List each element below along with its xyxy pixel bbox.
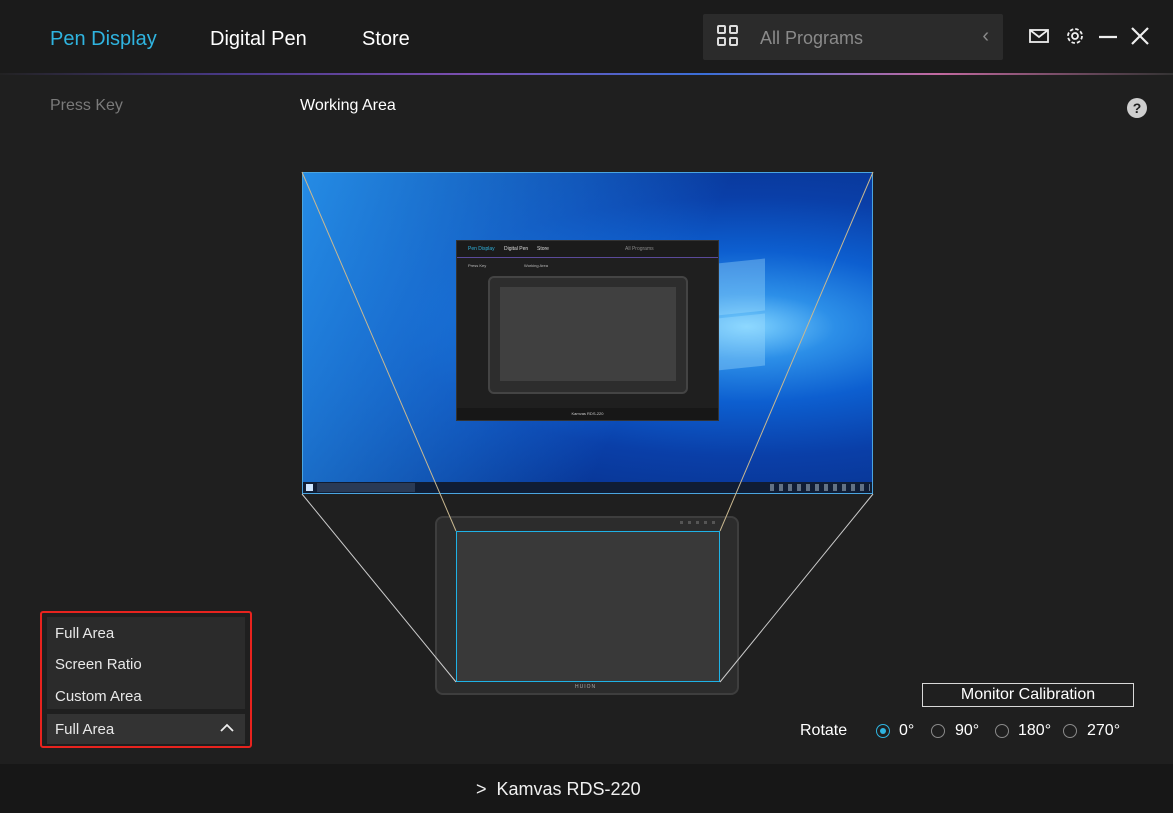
taskbar [303,482,872,493]
minimize-icon[interactable] [1096,24,1120,48]
device-selector[interactable]: > Kamvas RDS-220 [476,779,641,800]
rotate-0-radio[interactable] [876,724,890,738]
rotate-90-label: 90° [955,722,980,739]
chevron-right-icon: > [476,779,487,799]
mini-app-screenshot: Pen Display Digital Pen Store All Progra… [456,240,719,421]
chevron-up-icon [220,723,234,732]
tab-digital-pen[interactable]: Digital Pen [210,27,307,51]
rotate-270-radio[interactable] [1063,724,1077,738]
monitor-calibration-button[interactable]: Monitor Calibration [922,683,1134,707]
rotate-0-label: 0° [899,722,915,739]
tab-pen-display[interactable]: Pen Display [50,27,157,51]
rotate-180-radio[interactable] [995,724,1009,738]
header-divider [0,73,1173,75]
tab-press-key[interactable]: Press Key [50,97,123,115]
device-name: Kamvas RDS-220 [496,779,641,799]
rotate-270-label: 270° [1087,722,1121,739]
help-icon[interactable]: ? [1127,98,1147,118]
mapping-select[interactable]: Full Area [47,714,245,744]
rotate-label: Rotate [800,722,848,739]
app-window: Pen Display Digital Pen Store All Progra… [0,0,1173,813]
tablet-brand: HUION [575,684,597,690]
programs-label: All Programs [760,28,864,48]
chevron-left-icon[interactable]: ‹ [982,25,989,48]
device-footer: > Kamvas RDS-220 [0,764,1173,813]
rotate-180-label: 180° [1018,722,1052,739]
mini-tablet [488,276,688,394]
gear-icon[interactable] [1063,24,1087,48]
tablet-active-area [456,531,720,682]
start-icon [306,484,313,491]
tab-working-area[interactable]: Working Area [300,97,396,115]
tab-store[interactable]: Store [362,27,410,51]
monitor-preview: Pen Display Digital Pen Store All Progra… [302,172,873,494]
top-bar: Pen Display Digital Pen Store All Progra… [0,0,1173,74]
mapping-options-list: Full Area Screen Ratio Custom Area [47,617,245,709]
option-custom-area[interactable]: Custom Area [55,688,142,705]
mapping-selected-value: Full Area [55,721,115,738]
grid-icon [717,25,739,47]
rotate-90-radio[interactable] [931,724,945,738]
option-full-area[interactable]: Full Area [55,625,114,642]
option-screen-ratio[interactable]: Screen Ratio [55,656,142,673]
mail-icon[interactable] [1027,24,1051,48]
tablet-buttons [680,521,720,524]
close-icon[interactable] [1128,24,1152,48]
programs-selector[interactable]: All Programs ‹ [703,14,1003,60]
